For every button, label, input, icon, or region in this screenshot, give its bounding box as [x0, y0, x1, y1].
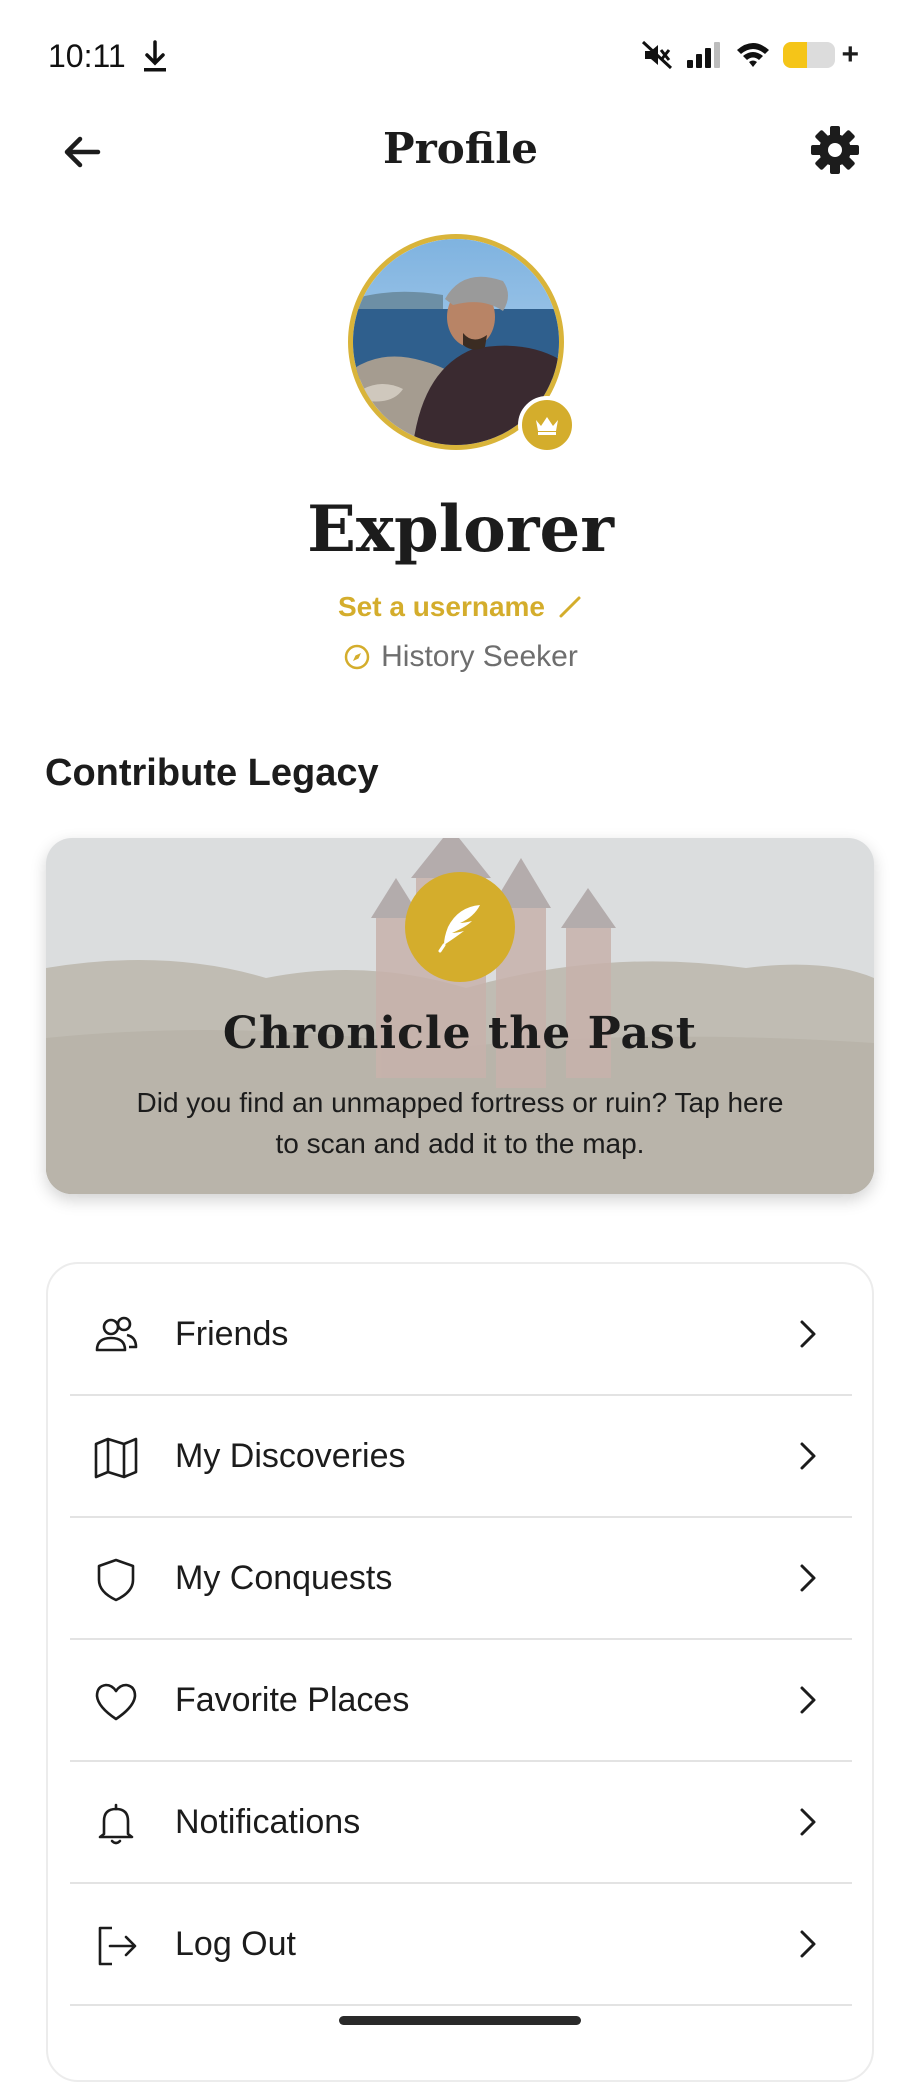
compass-icon — [344, 644, 370, 670]
menu-label-log-out: Log Out — [175, 1924, 296, 1963]
menu-item-my-conquests[interactable]: My Conquests — [70, 1518, 852, 1640]
heart-icon — [95, 1683, 137, 1721]
section-title: Contribute Legacy — [45, 752, 379, 794]
top-app-bar: Profile — [0, 110, 921, 192]
chevron-right-icon — [800, 1442, 816, 1470]
status-bar: 10:11 + — [0, 0, 921, 116]
chevron-right-icon — [800, 1930, 816, 1958]
chevron-right-icon — [800, 1564, 816, 1592]
menu-item-notifications[interactable]: Notifications — [70, 1762, 852, 1884]
rank-label: History Seeker — [381, 640, 578, 673]
menu-item-my-discoveries[interactable]: My Discoveries — [70, 1396, 852, 1518]
mute-icon — [642, 40, 673, 70]
menu-item-log-out[interactable]: Log Out — [70, 1884, 852, 2006]
signal-icon — [687, 42, 721, 68]
menu-label-notifications: Notifications — [175, 1802, 361, 1841]
logout-icon — [98, 1926, 137, 1966]
menu-item-friends[interactable]: Friends — [70, 1274, 852, 1396]
pencil-icon — [559, 596, 581, 618]
quill-icon — [405, 872, 515, 982]
chevron-right-icon — [800, 1808, 816, 1836]
home-indicator[interactable] — [339, 2016, 581, 2025]
page-title: Profile — [383, 124, 538, 173]
chevron-right-icon — [800, 1686, 816, 1714]
rank-badge: History Seeker — [0, 640, 921, 674]
download-icon — [144, 40, 166, 72]
menu-label-favorite-places: Favorite Places — [175, 1680, 410, 1719]
settings-gear-icon[interactable] — [809, 124, 861, 176]
chevron-right-icon — [800, 1320, 816, 1348]
menu-label-my-conquests: My Conquests — [175, 1558, 393, 1597]
menu-card: Friends My Discoveries My Conquests Favo… — [46, 1262, 874, 2082]
status-time: 10:11 — [48, 38, 126, 74]
wifi-icon — [737, 43, 770, 67]
charging-plus-icon: + — [841, 38, 859, 71]
status-icons: + — [641, 40, 859, 70]
menu-label-my-discoveries: My Discoveries — [175, 1436, 406, 1475]
bell-icon — [98, 1803, 134, 1845]
crown-icon — [518, 396, 576, 454]
map-icon — [94, 1437, 138, 1479]
set-username-label: Set a username — [338, 591, 545, 622]
menu-list: Friends My Discoveries My Conquests Favo… — [70, 1274, 852, 2006]
display-name: Explorer — [307, 492, 614, 567]
battery-icon — [783, 42, 836, 68]
card-description: Did you find an unmapped fortress or rui… — [136, 1087, 784, 1159]
friends-icon — [95, 1316, 138, 1352]
battery-level — [783, 42, 807, 68]
menu-item-favorite-places[interactable]: Favorite Places — [70, 1640, 852, 1762]
avatar[interactable] — [348, 234, 576, 458]
menu-label-friends: Friends — [175, 1314, 289, 1353]
chronicle-card[interactable]: Chronicle the Past Did you find an unmap… — [46, 838, 874, 1194]
card-title: Chronicle the Past — [222, 1008, 698, 1059]
shield-icon — [97, 1558, 135, 1602]
set-username-link[interactable]: Set a username — [0, 591, 921, 623]
